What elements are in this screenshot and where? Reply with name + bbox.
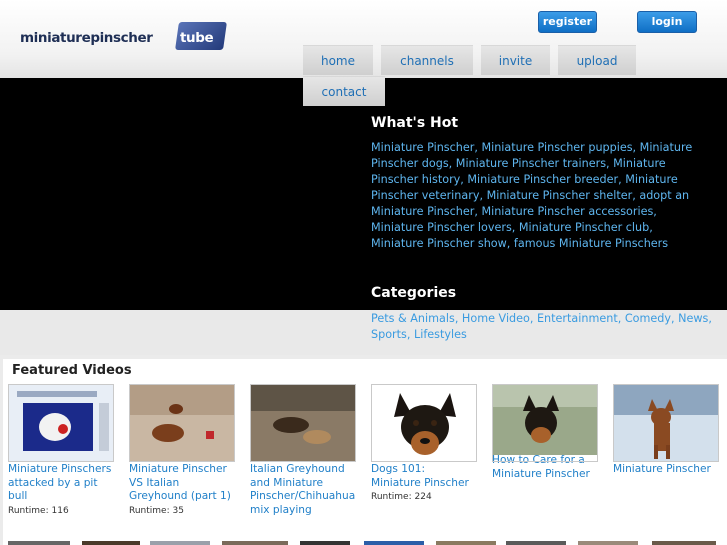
video-runtime: Runtime: 224 [371,492,432,502]
video-title[interactable]: Dogs 101: Miniature Pinscher [371,463,477,490]
next-row-thumbnail[interactable] [506,541,566,545]
nav-tab-home[interactable]: home [303,45,373,75]
pinscher-outdoors-thumbnail-icon [493,385,597,455]
video-title[interactable]: Miniature Pinschers attacked by a pit bu… [8,463,114,504]
register-button[interactable]: register [538,11,597,33]
category-links[interactable]: Pets & Animals, Home Video, Entertainmen… [371,311,721,343]
video-card[interactable]: Italian Greyhound and Miniature Pinscher… [250,384,356,517]
next-row-thumbnail[interactable] [652,541,716,545]
video-card[interactable]: Dogs 101: Miniature Pinscher Runtime: 22… [371,384,477,502]
site-logo[interactable]: miniaturepinscher tube [20,22,230,52]
next-row-thumbnail[interactable] [578,541,638,545]
next-row-thumbnail[interactable] [300,541,350,545]
nav-tab-upload[interactable]: upload [558,45,636,75]
video-thumbnail[interactable] [492,384,598,462]
dogs-playing-thumbnail-icon [251,385,355,461]
nav-tab-contact[interactable]: contact [303,76,385,106]
video-thumbnail[interactable] [8,384,114,462]
next-row-thumbnail[interactable] [436,541,496,545]
video-card[interactable]: Miniature Pinscher [613,384,719,477]
nav-tab-invite[interactable]: invite [481,45,550,75]
video-card[interactable]: Miniature Pinscher VS Italian Greyhound … [129,384,235,516]
screen-recording-thumbnail-icon [9,385,113,461]
pinscher-face-thumbnail-icon [372,385,476,461]
logo-tube-text: tube [180,30,214,46]
video-runtime: Runtime: 35 [129,505,184,516]
whats-hot-links[interactable]: Miniature Pinscher, Miniature Pinscher p… [371,140,701,252]
video-thumbnail[interactable] [613,384,719,462]
whats-hot-heading: What's Hot [371,115,459,131]
next-row-thumbnail[interactable] [222,541,288,545]
dog-on-floor-thumbnail-icon [130,385,234,461]
video-title[interactable]: Italian Greyhound and Miniature Pinscher… [250,463,356,517]
video-card[interactable]: Miniature Pinschers attacked by a pit bu… [8,384,114,516]
video-thumbnail[interactable] [250,384,356,462]
video-thumbnail[interactable] [371,384,477,462]
next-row-thumbnail[interactable] [150,541,210,545]
video-thumbnail[interactable] [129,384,235,462]
pinscher-snow-thumbnail-icon [614,385,718,461]
nav-tab-channels[interactable]: channels [381,45,473,75]
video-title[interactable]: Miniature Pinscher [613,463,719,477]
logo-text: miniaturepinscher [20,30,153,46]
next-row-thumbnail[interactable] [82,541,140,545]
next-row-thumbnail[interactable] [364,541,424,545]
video-title[interactable]: Miniature Pinscher VS Italian Greyhound … [129,463,235,504]
categories-heading: Categories [371,285,457,301]
video-runtime: Runtime: 116 [8,505,69,516]
featured-heading: Featured Videos [12,363,132,378]
login-button[interactable]: login [637,11,697,33]
next-row-thumbnail[interactable] [8,541,70,545]
video-card[interactable]: How to Care for a Miniature Pinscher [492,384,598,481]
